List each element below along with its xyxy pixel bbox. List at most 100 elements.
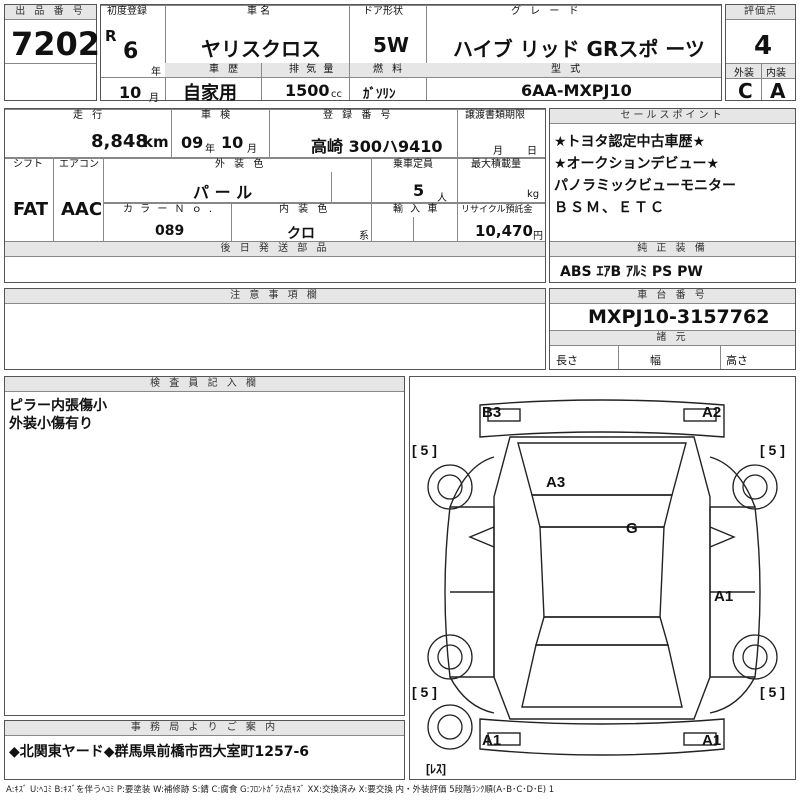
mileage: 8,848 <box>91 131 148 152</box>
shift: FAT <box>13 199 49 220</box>
score-int-label: 内装 <box>766 68 786 79</box>
displacement: 1500 <box>285 81 330 100</box>
int-color-unit: 系 <box>359 231 369 242</box>
sales-point-line: ★オークションデビュー★ <box>554 156 720 172</box>
plate-number: 高崎 300ハ9410 <box>311 137 443 156</box>
inspection-year-unit: 年 <box>205 144 215 155</box>
door-label: ドア形状 <box>363 6 403 17</box>
inspection-year: 09 <box>181 133 204 152</box>
fuel: ｶﾞｿﾘﾝ <box>363 87 396 102</box>
inspection-label: 車 検 <box>201 110 234 121</box>
score-ext-label: 外装 <box>734 68 754 79</box>
mark-a2: A2 <box>702 404 721 421</box>
sales-point-line: ＢＳＭ、ＥＴＣ <box>554 200 666 216</box>
recycle-unit: 円 <box>533 231 543 242</box>
capacity: 5 <box>413 181 425 200</box>
recycle: 10,470 <box>475 222 533 240</box>
reg-month: 10 <box>119 83 142 102</box>
inspector-line: ピラー内張傷小 <box>9 398 107 414</box>
model: 6AA-MXPJ10 <box>521 81 632 100</box>
tire-rr: [ 5 ] <box>760 684 785 700</box>
aircon-label: エアコン <box>59 159 99 170</box>
mark-a1-side: A1 <box>714 588 733 605</box>
later-parts-label: 後 日 発 送 部 品 <box>5 242 545 257</box>
dims-width: 幅 <box>650 354 661 367</box>
notes-label: 注 意 事 項 欄 <box>5 289 545 304</box>
legend: A:ｷｽﾞ U:ﾍｺﾐ B:ｷｽﾞを伴うﾍｺﾐ P:要塗装 W:補修跡 S:錆 … <box>6 785 555 795</box>
chassis-number: MXPJ10-3157762 <box>588 306 770 328</box>
dims-length: 長さ <box>556 354 578 367</box>
chassis-label: 車 台 番 号 <box>550 289 795 304</box>
tire-rl: [ 5 ] <box>412 684 437 700</box>
door-type: 5W <box>373 33 409 57</box>
reg-label: 初度登録 <box>107 6 147 17</box>
history-label: 車 歴 <box>209 64 242 75</box>
reg-year-unit: 年 <box>151 67 161 78</box>
mileage-unit: km <box>143 133 169 151</box>
office-label: 事 務 局 よ り ご 案 内 <box>5 721 404 736</box>
inspector-line: 外装小傷有り <box>9 416 93 432</box>
model-label: 型 式 <box>551 64 584 75</box>
score-value: 4 <box>754 31 773 61</box>
sales-point-line: ★トヨタ認定中古車歴★ <box>554 134 706 150</box>
mark-a3: A3 <box>546 474 565 491</box>
car-diagram: B3 A2 A3 G A1 A1 A1 [ 5 ] [ 5 ] [ 5 ] [ … <box>412 399 785 776</box>
score-int: A <box>770 79 786 103</box>
dims-height: 高さ <box>726 354 748 367</box>
displacement-label: 排 気 量 <box>289 64 336 75</box>
inspection-month-unit: 月 <box>247 144 257 155</box>
lot-box: 出 品 番 号 72028 <box>4 4 122 101</box>
score-box: 評価点 4 外装 内装 C A <box>725 4 796 103</box>
plate-label: 登 録 番 号 <box>323 110 394 121</box>
mark-g: G <box>626 520 638 537</box>
history: 自家用 <box>183 83 237 104</box>
office-notice: ◆北関東ヤード◆群馬県前橋市西大室町1257-6 <box>9 744 310 760</box>
dims-label: 諸 元 <box>550 331 795 346</box>
int-color: クロ <box>287 226 315 242</box>
import-label: 輸 入 車 <box>393 204 440 215</box>
shift-label: シフト <box>13 159 43 170</box>
equipment: ABS ｴｱB ｱﾙﾐ PS PW <box>560 264 703 280</box>
score-ext: C <box>738 79 753 103</box>
reg-month-unit: 月 <box>149 93 159 104</box>
tire-spare: [ﾚｽ] <box>426 762 446 776</box>
diagram-box: B3 A2 A3 G A1 A1 A1 [ 5 ] [ 5 ] [ 5 ] [ … <box>409 376 796 780</box>
equipment-label: 純 正 装 備 <box>550 242 795 257</box>
transfer-month-unit: 月 <box>493 146 503 157</box>
reg-era: R <box>105 27 117 45</box>
transfer-label: 譲渡書類期限 <box>465 110 525 121</box>
sales-point-box: セールスポイント ★トヨタ認定中古車歴★ ★オークションデビュー★ パノラミック… <box>549 108 796 283</box>
displacement-unit: cc <box>331 89 342 100</box>
fuel-label: 燃 料 <box>373 64 406 75</box>
reg-year: 6 <box>123 39 139 64</box>
color-no: 089 <box>155 223 185 239</box>
grade: ハイブ リッド GRスポ ーツ <box>453 37 705 61</box>
grade-label: グ レ ー ド <box>511 6 582 17</box>
chassis-box: 車 台 番 号 MXPJ10-3157762 諸 元 長さ 幅 高さ <box>549 288 796 370</box>
capacity-label: 乗車定員 <box>393 159 433 170</box>
office-box: 事 務 局 よ り ご 案 内 ◆北関東ヤード◆群馬県前橋市西大室町1257-6 <box>4 720 405 780</box>
tire-fr: [ 5 ] <box>760 442 785 458</box>
notes-box: 注 意 事 項 欄 <box>4 288 546 370</box>
inspection-month: 10 <box>221 133 244 152</box>
int-color-label: 内 装 色 <box>279 204 331 215</box>
recycle-label: リサイクル預託金 <box>461 205 533 215</box>
sales-point-label: セールスポイント <box>550 109 795 124</box>
transfer-day-unit: 日 <box>527 146 537 157</box>
mark-a1-br: A1 <box>702 732 721 749</box>
mark-a1-bl: A1 <box>482 732 501 749</box>
mileage-label: 走 行 <box>73 110 106 121</box>
ext-color-label: 外 装 色 <box>215 159 267 170</box>
load-label: 最大積載量 <box>471 159 521 170</box>
ext-color: パ ー ル <box>193 183 253 202</box>
tire-fl: [ 5 ] <box>412 442 437 458</box>
car-name: ヤリスクロス <box>201 37 321 61</box>
inspector-box: 検 査 員 記 入 欄 ピラー内張傷小 外装小傷有り <box>4 376 405 716</box>
aircon: AAC <box>61 199 103 220</box>
lot-label: 出 品 番 号 <box>5 5 96 20</box>
score-label: 評価点 <box>726 5 795 20</box>
mark-b3: B3 <box>482 404 501 421</box>
header-box: 初度登録 車 名 ドア形状 グ レ ー ド R 6 年 10 月 ヤリスクロス … <box>100 4 722 104</box>
load-unit: kg <box>527 189 540 200</box>
sales-point-line: パノラミックビューモニター <box>554 178 736 194</box>
